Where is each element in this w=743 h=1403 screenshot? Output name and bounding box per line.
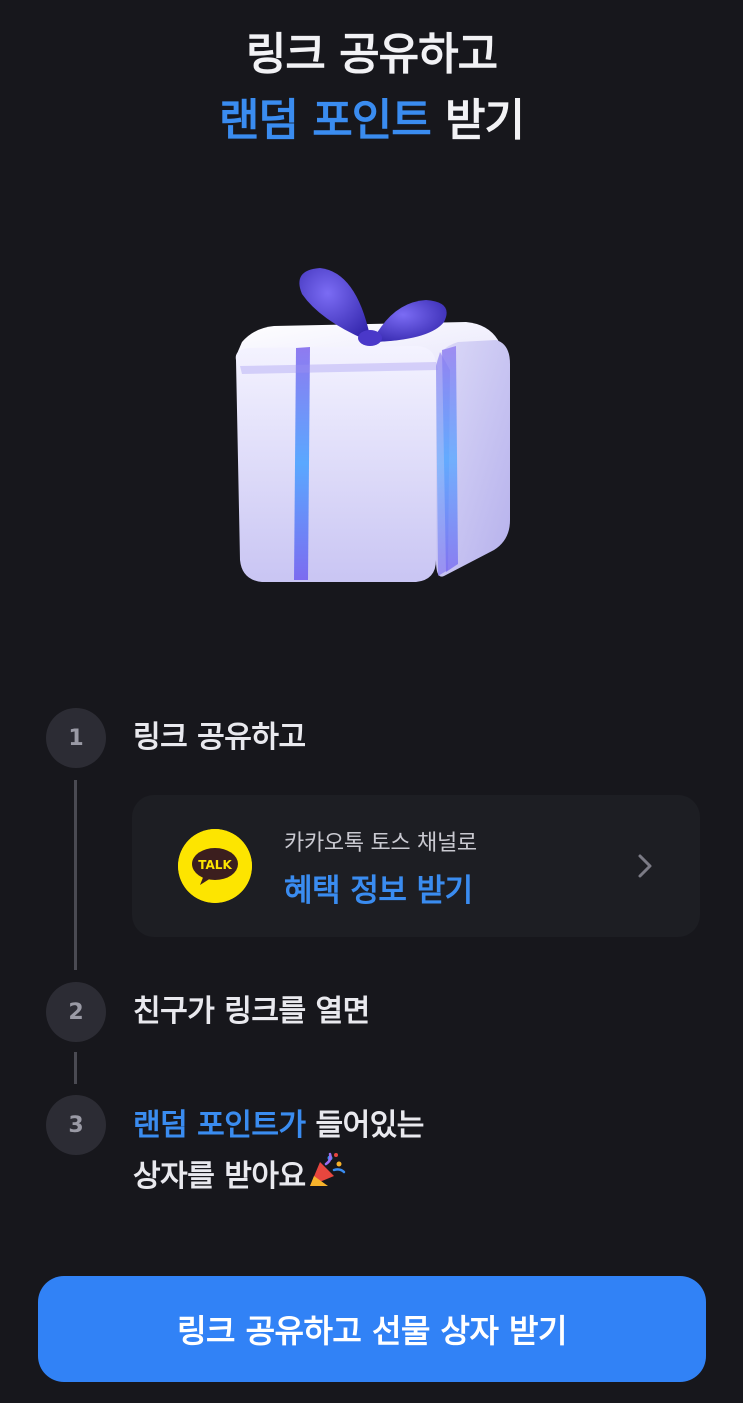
step-3-line-1: 랜덤 포인트가 들어있는 bbox=[133, 1102, 424, 1150]
step-number-3: 3 bbox=[46, 1095, 106, 1155]
title-line-1: 링크 공유하고 bbox=[245, 29, 498, 80]
kakao-channel-card[interactable]: TALK 카카오톡 토스 채널로 혜택 정보 받기 bbox=[132, 795, 700, 937]
step-number-2: 2 bbox=[46, 982, 106, 1042]
step-3-accent: 랜덤 포인트가 bbox=[133, 1108, 306, 1143]
page-title: 링크 공유하고 랜덤 포인트 받기 bbox=[0, 22, 743, 154]
gift-box-illustration bbox=[235, 268, 510, 582]
step-connector-1 bbox=[74, 780, 77, 970]
kakaotalk-icon: TALK bbox=[178, 829, 252, 903]
card-title: 혜택 정보 받기 bbox=[284, 873, 473, 909]
step-2-text: 친구가 링크를 열면 bbox=[133, 994, 370, 1029]
title-accent: 랜덤 포인트 bbox=[219, 95, 432, 146]
gift-share-page: 링크 공유하고 랜덤 포인트 받기 1 링크 공유하고 TALK 카카오톡 토스… bbox=[0, 0, 743, 1403]
step-3-line-2: 상자를 받아요 bbox=[133, 1150, 424, 1201]
step-3-text: 랜덤 포인트가 들어있는 상자를 받아요 bbox=[133, 1102, 424, 1201]
step-3-line2-text: 상자를 받아요 bbox=[133, 1159, 306, 1194]
share-link-cta-button[interactable]: 링크 공유하고 선물 상자 받기 bbox=[38, 1276, 706, 1382]
chevron-right-icon bbox=[638, 854, 652, 878]
step-3-rest: 들어있는 bbox=[305, 1108, 424, 1143]
step-1-text: 링크 공유하고 bbox=[133, 720, 306, 755]
step-connector-2 bbox=[74, 1052, 77, 1084]
title-rest: 받기 bbox=[430, 95, 525, 146]
card-subtitle: 카카오톡 토스 채널로 bbox=[284, 831, 477, 856]
step-number-1: 1 bbox=[46, 708, 106, 768]
kakao-icon-label: TALK bbox=[198, 858, 232, 872]
party-popper-icon bbox=[309, 1152, 345, 1186]
title-line-2: 랜덤 포인트 받기 bbox=[0, 88, 743, 154]
